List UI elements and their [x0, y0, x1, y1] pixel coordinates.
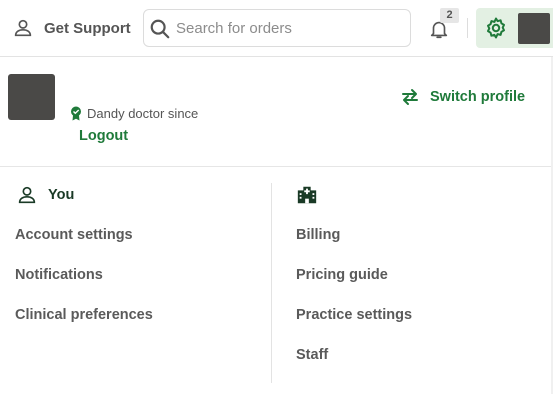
notification-count-badge: 2: [440, 8, 459, 23]
menu-item-practice-settings[interactable]: Practice settings: [296, 305, 412, 325]
doctor-since-label: Dandy doctor since: [87, 105, 199, 121]
switch-profile-button[interactable]: Switch profile: [400, 86, 525, 108]
section-divider: [0, 166, 553, 167]
search-box[interactable]: [143, 9, 411, 47]
menu-item-account-settings[interactable]: Account settings: [15, 225, 133, 245]
header-divider: [467, 18, 468, 38]
search-input[interactable]: [176, 10, 406, 46]
menu-item-pricing-guide[interactable]: Pricing guide: [296, 265, 388, 285]
person-icon: [14, 19, 32, 37]
menu-item-billing[interactable]: Billing: [296, 225, 340, 245]
hospital-icon: [297, 186, 317, 204]
person-icon: [18, 186, 36, 204]
doctor-since: Dandy doctor since: [70, 104, 198, 122]
top-bar: Get Support 2: [0, 0, 553, 57]
get-support-label: Get Support: [44, 19, 131, 37]
get-support-button[interactable]: Get Support: [12, 15, 131, 41]
you-section-header: You: [16, 184, 74, 206]
menu-item-staff[interactable]: Staff: [296, 345, 328, 365]
swap-arrows-icon: [402, 89, 418, 105]
switch-profile-label: Switch profile: [430, 89, 526, 105]
search-icon: [150, 19, 170, 39]
profile-avatar: [8, 74, 55, 120]
menu-item-clinical-preferences[interactable]: Clinical preferences: [15, 305, 153, 325]
you-section-title: You: [48, 187, 75, 203]
user-avatar[interactable]: [518, 13, 550, 44]
menu-item-notifications[interactable]: Notifications: [15, 265, 103, 285]
practice-section-header: [296, 184, 318, 206]
logout-link[interactable]: Logout: [79, 128, 128, 144]
gear-icon: [487, 17, 505, 39]
verified-badge-icon: [71, 106, 81, 120]
column-divider: [271, 183, 272, 383]
